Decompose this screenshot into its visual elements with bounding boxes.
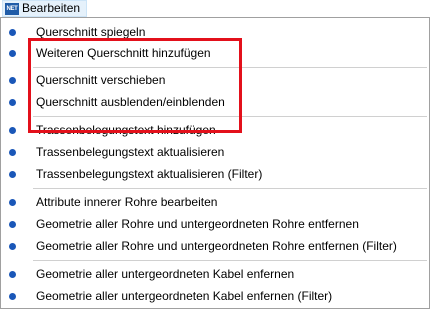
menu-item-geometrie-kabel-enfernen-filter[interactable]: Geometrie aller untergeordneten Kabel en… — [1, 285, 429, 307]
bullet-icon — [9, 170, 16, 178]
bullet-icon — [9, 126, 16, 134]
dropdown-menu: Querschnitt spiegeln Weiteren Querschnit… — [0, 17, 430, 309]
menu-separator — [33, 260, 427, 261]
bullet-icon — [9, 49, 16, 57]
menu-item-trassenbelegungstext-aktualisieren[interactable]: Trassenbelegungstext aktualisieren — [1, 141, 429, 163]
menu-item-trassenbelegungstext-aktualisieren-filter[interactable]: Trassenbelegungstext aktualisieren (Filt… — [1, 163, 429, 185]
menu-item-label: Geometrie aller untergeordneten Kabel en… — [36, 289, 333, 303]
menu-item-label: Querschnitt spiegeln — [36, 25, 146, 39]
net-app-icon: NET — [5, 2, 19, 15]
highlight-annotation-box — [28, 38, 242, 133]
menu-item-label: Geometrie aller Rohre und untergeordnete… — [36, 217, 359, 231]
bullet-icon — [9, 220, 16, 228]
menu-title: Bearbeiten — [22, 1, 81, 15]
bullet-icon — [9, 198, 16, 206]
bullet-icon — [9, 98, 16, 106]
menu-item-geometrie-rohre-entfernen-filter[interactable]: Geometrie aller Rohre und untergeordnete… — [1, 235, 429, 257]
menu-item-label: Trassenbelegungstext aktualisieren (Filt… — [36, 167, 263, 181]
bullet-icon — [9, 148, 16, 156]
bullet-icon — [9, 76, 16, 84]
menu-item-label: Geometrie aller Rohre und untergeordnete… — [36, 239, 397, 253]
bullet-icon — [9, 292, 16, 300]
menu-item-label: Geometrie aller untergeordneten Kabel en… — [36, 267, 295, 281]
bullet-icon — [9, 242, 16, 250]
menu-item-label: Attribute innerer Rohre bearbeiten — [36, 195, 218, 209]
menu-item-label: Trassenbelegungstext aktualisieren — [36, 145, 225, 159]
menu-item-geometrie-rohre-entfernen[interactable]: Geometrie aller Rohre und untergeordnete… — [1, 213, 429, 235]
menu-item-attribute-innerer-rohre-bearbeiten[interactable]: Attribute innerer Rohre bearbeiten — [1, 191, 429, 213]
menu-bearbeiten[interactable]: NET Bearbeiten — [2, 0, 88, 17]
menu-bar: NET Bearbeiten — [0, 0, 430, 17]
menu-item-geometrie-kabel-enfernen[interactable]: Geometrie aller untergeordneten Kabel en… — [1, 263, 429, 285]
bullet-icon — [9, 270, 16, 278]
bullet-icon — [9, 28, 16, 36]
menu-separator — [33, 188, 427, 189]
